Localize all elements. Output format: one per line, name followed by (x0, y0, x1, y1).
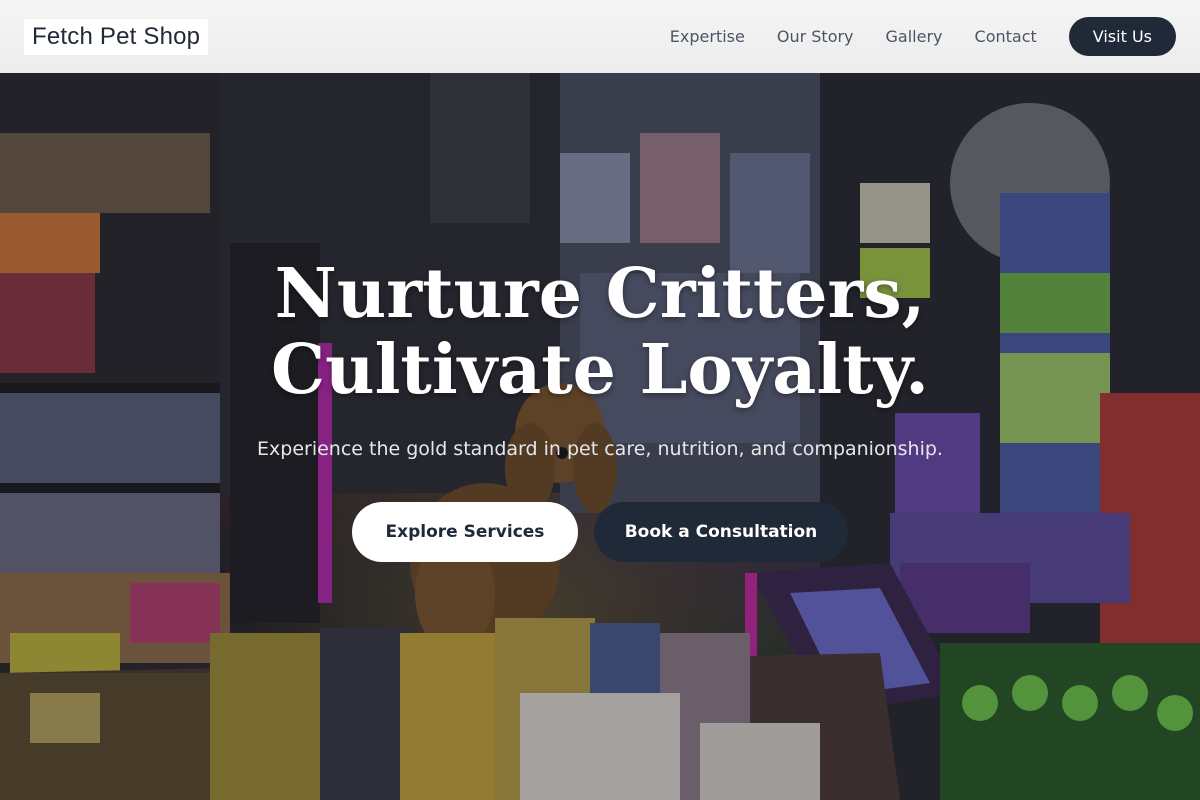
nav-link-gallery[interactable]: Gallery (886, 27, 943, 46)
main-nav: Expertise Our Story Gallery Contact Visi… (670, 17, 1176, 56)
nav-link-expertise[interactable]: Expertise (670, 27, 745, 46)
hero-headline-line2: Cultivate Loyalty. (271, 330, 929, 410)
book-consultation-button[interactable]: Book a Consultation (594, 502, 848, 562)
site-logo[interactable]: Fetch Pet Shop (24, 18, 209, 55)
visit-us-button[interactable]: Visit Us (1068, 17, 1176, 56)
hero-subtitle: Experience the gold standard in pet care… (257, 438, 943, 460)
hero-section: Nurture Critters, Cultivate Loyalty. Exp… (0, 73, 1200, 800)
nav-link-our-story[interactable]: Our Story (777, 27, 854, 46)
hero-cta-group: Explore Services Book a Consultation (352, 502, 848, 562)
site-header: Fetch Pet Shop Expertise Our Story Galle… (0, 0, 1200, 73)
nav-link-contact[interactable]: Contact (975, 27, 1037, 46)
explore-services-button[interactable]: Explore Services (352, 502, 578, 562)
hero-headline: Nurture Critters, Cultivate Loyalty. (271, 256, 929, 408)
hero-content: Nurture Critters, Cultivate Loyalty. Exp… (0, 73, 1200, 800)
hero-headline-line1: Nurture Critters, (274, 254, 926, 334)
